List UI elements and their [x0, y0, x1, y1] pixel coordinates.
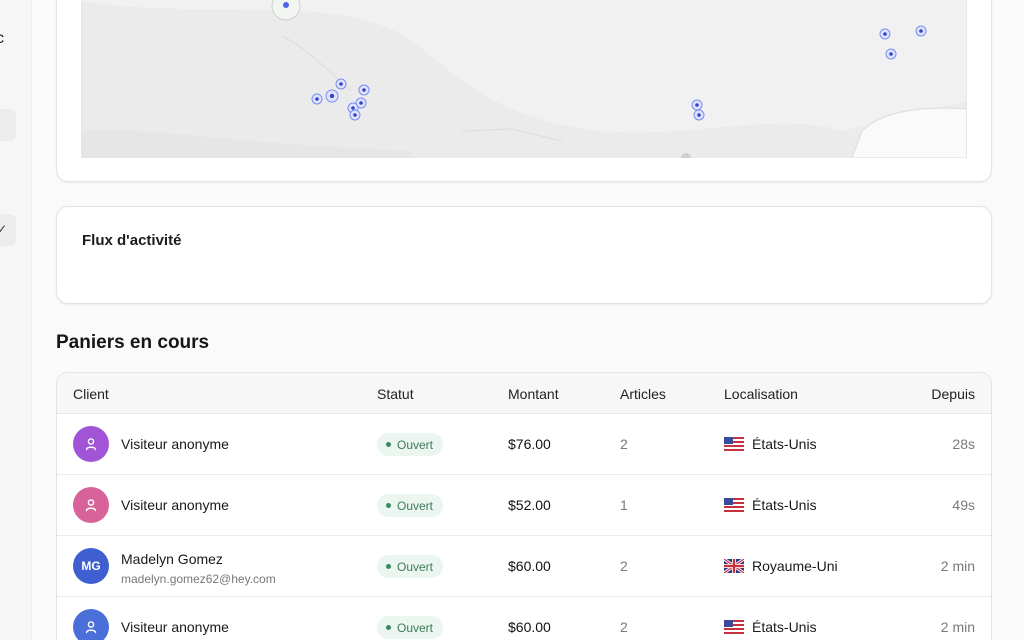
cart-amount: $60.00 [508, 558, 551, 574]
client-name[interactable]: Visiteur anonyme [121, 497, 229, 513]
map-card [56, 0, 992, 182]
us-flag-icon [724, 498, 744, 512]
avatar: MG [73, 548, 109, 584]
sidebar-logo-fragment: c [0, 30, 4, 47]
cart-amount: $60.00 [508, 619, 551, 635]
status-dot-icon [386, 625, 391, 630]
us-flag-icon [724, 437, 744, 451]
carts-section-title: Paniers en cours [56, 332, 210, 353]
column-header-client[interactable]: Client [73, 386, 109, 402]
status-dot-icon [386, 442, 391, 447]
column-header-since[interactable]: Depuis [931, 386, 975, 402]
status-badge: Ouvert [377, 433, 444, 456]
column-header-articles[interactable]: Articles [620, 386, 666, 402]
cart-articles-count: 2 [620, 619, 628, 635]
cart-age: 49s [952, 497, 975, 513]
status-badge: Ouvert [377, 494, 444, 517]
status-badge: Ouvert [377, 616, 444, 639]
activity-feed-title: Flux d'activité [82, 232, 182, 249]
user-icon [84, 437, 98, 451]
user-icon [84, 620, 98, 634]
client-email: madelyn.gomez62@hey.com [121, 572, 276, 586]
status-label: Ouvert [397, 559, 434, 574]
location-country: États-Unis [752, 436, 817, 452]
table-row[interactable]: MG Madelyn Gomez madelyn.gomez62@hey.com… [57, 536, 991, 597]
avatar-initials: MG [81, 559, 101, 573]
check-icon: ✓ [0, 222, 8, 236]
client-name[interactable]: Visiteur anonyme [121, 436, 229, 452]
sidebar: c ✓ [0, 0, 32, 640]
location-country: États-Unis [752, 619, 817, 635]
avatar [73, 609, 109, 640]
sidebar-nav-item[interactable] [0, 109, 16, 141]
cart-amount: $52.00 [508, 497, 551, 513]
status-label: Ouvert [397, 498, 434, 513]
column-header-amount[interactable]: Montant [508, 386, 559, 402]
avatar [73, 426, 109, 462]
carts-table: Client Statut Montant Articles Localisat… [56, 372, 992, 640]
column-header-location[interactable]: Localisation [724, 386, 798, 402]
status-label: Ouvert [397, 437, 434, 452]
map-svg [82, 0, 966, 158]
visitor-map[interactable] [81, 0, 967, 158]
cart-age: 2 min [940, 619, 975, 635]
column-header-status[interactable]: Statut [377, 386, 414, 402]
status-dot-icon [386, 564, 391, 569]
activity-feed-card: Flux d'activité [56, 206, 992, 304]
cart-age: 28s [952, 436, 975, 452]
table-row[interactable]: Visiteur anonyme Ouvert $60.00 2 États-U… [57, 597, 991, 640]
uk-flag-icon [723, 557, 745, 575]
client-name[interactable]: Madelyn Gomez [121, 551, 223, 567]
cart-articles-count: 1 [620, 497, 628, 513]
table-row[interactable]: Visiteur anonyme Ouvert $52.00 1 États-U… [57, 475, 991, 536]
status-badge: Ouvert [377, 555, 444, 578]
table-header: Client Statut Montant Articles Localisat… [57, 373, 991, 414]
cart-age: 2 min [940, 558, 975, 574]
cart-articles-count: 2 [620, 558, 628, 574]
cart-amount: $76.00 [508, 436, 551, 452]
status-dot-icon [386, 503, 391, 508]
us-flag-icon [724, 620, 744, 634]
avatar [73, 487, 109, 523]
cart-articles-count: 2 [620, 436, 628, 452]
location-country: Royaume-Uni [752, 558, 838, 574]
table-row[interactable]: Visiteur anonyme Ouvert $76.00 2 États-U… [57, 414, 991, 475]
status-label: Ouvert [397, 620, 434, 635]
client-name[interactable]: Visiteur anonyme [121, 619, 229, 635]
main-content: Flux d'activité Paniers en cours Client … [32, 0, 1024, 640]
location-country: États-Unis [752, 497, 817, 513]
user-icon [84, 498, 98, 512]
